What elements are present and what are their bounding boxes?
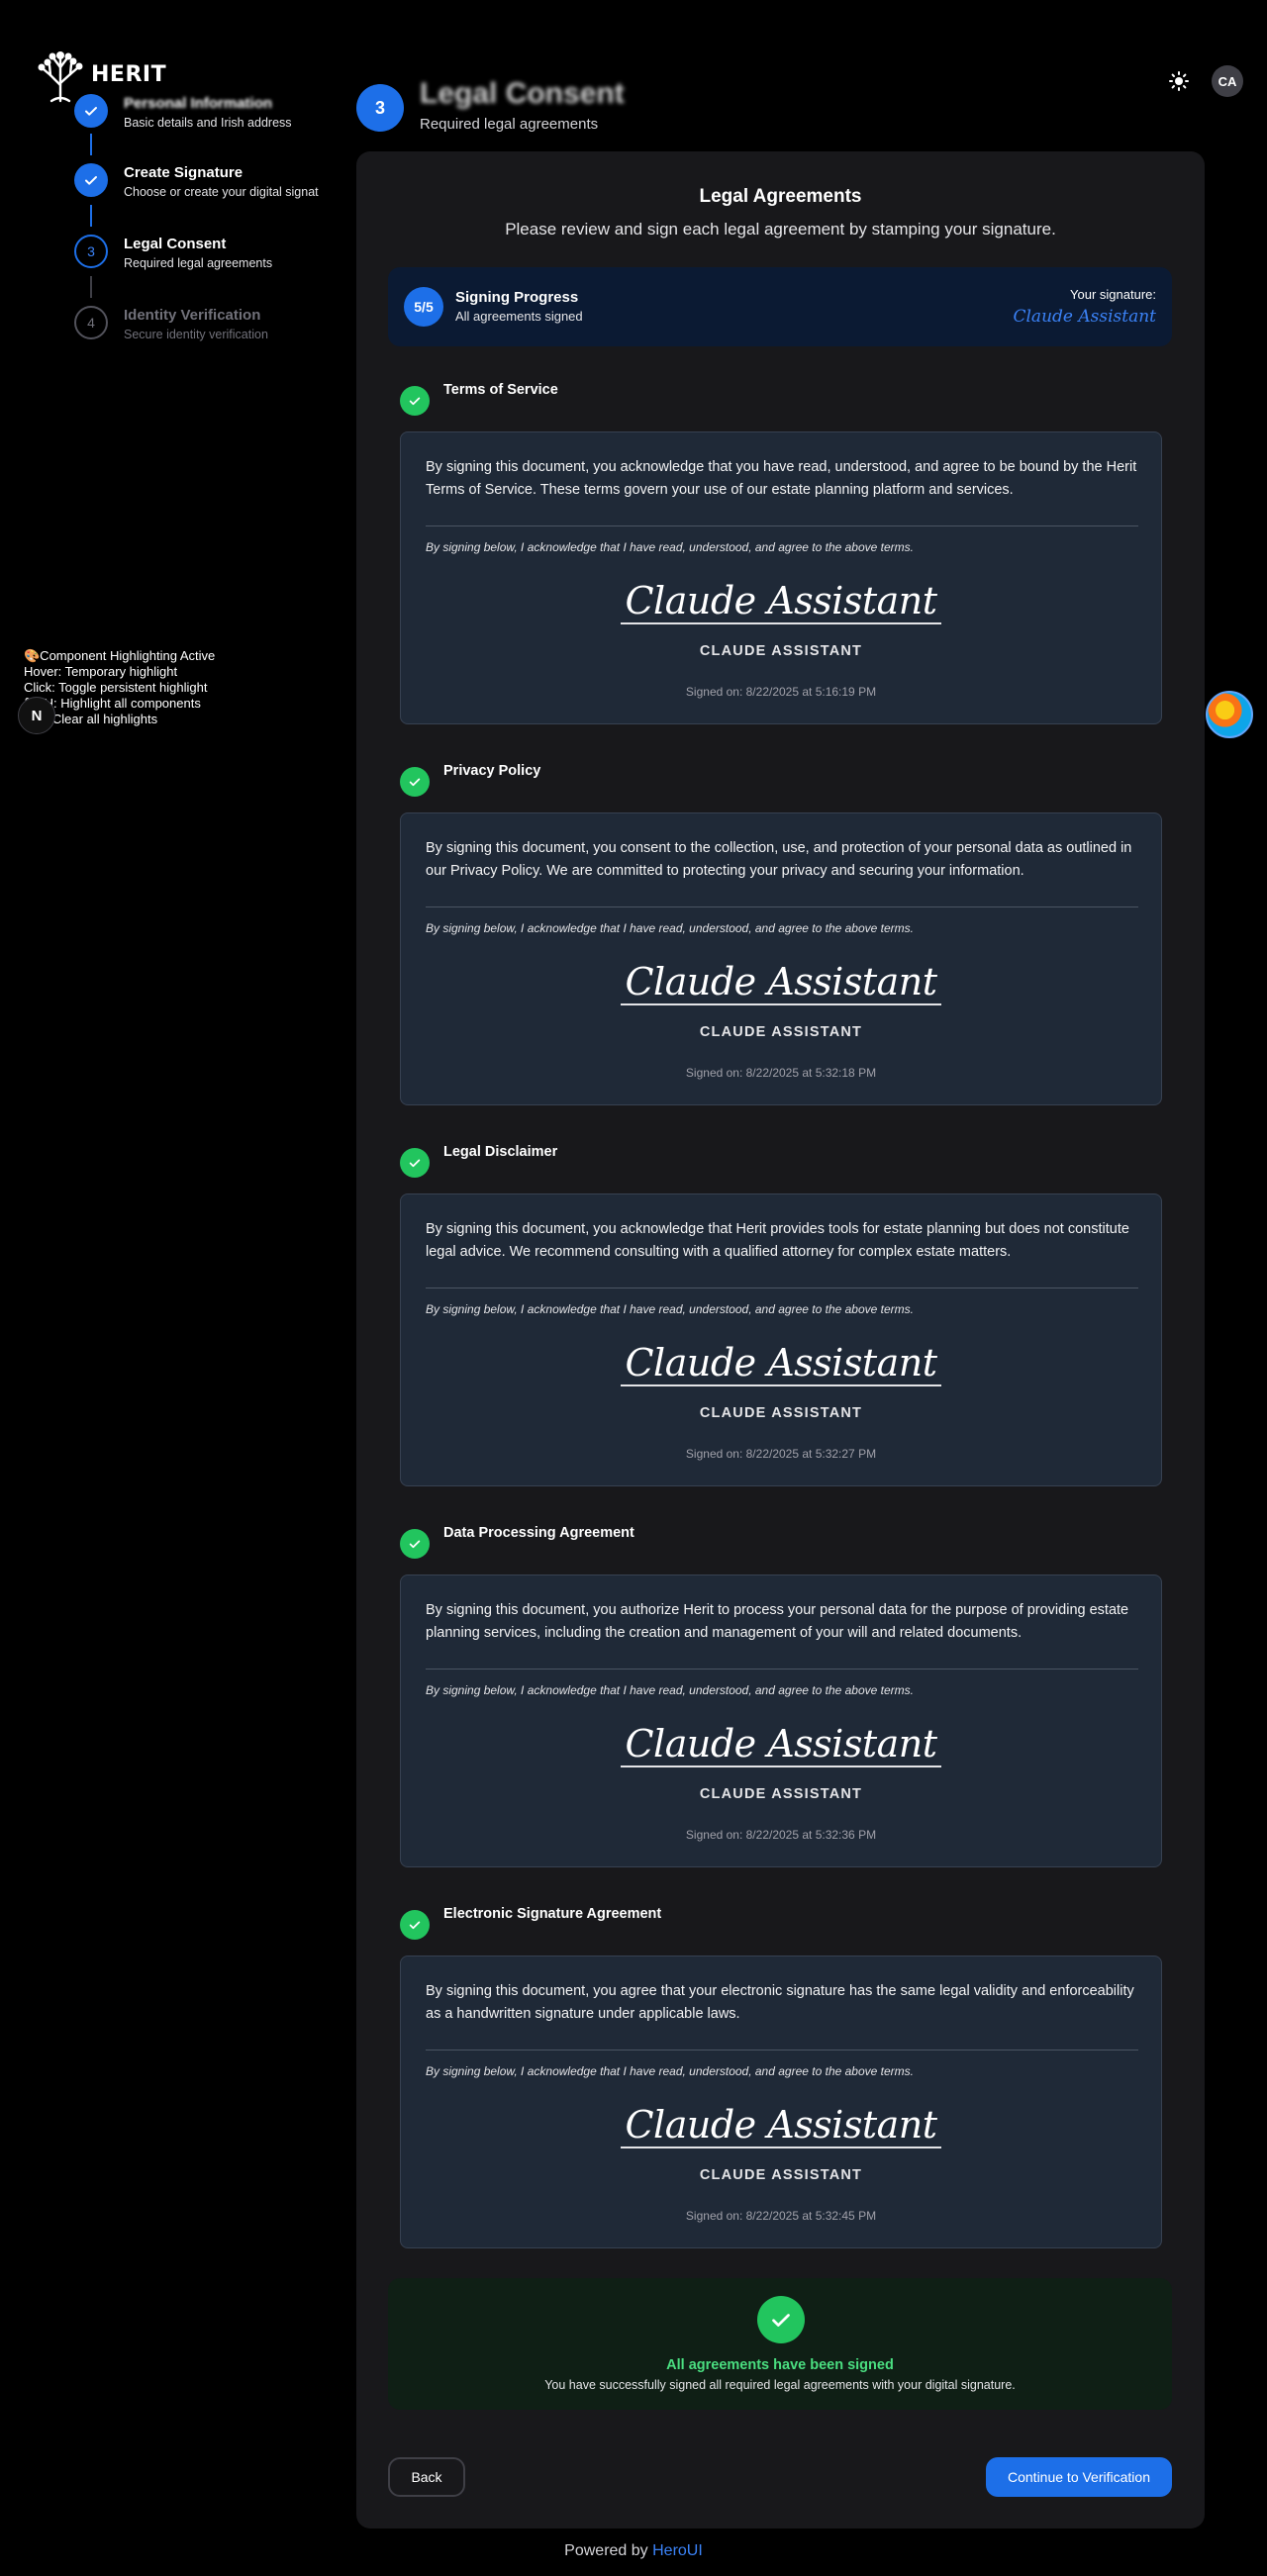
signed-date: Signed on: 8/22/2025 at 5:16:19 PM [685,685,877,699]
help-line: 🎨Component Highlighting Active [24,648,216,663]
signer-name: CLAUDE ASSISTANT [699,1024,863,1040]
step-number: 3 [74,235,108,268]
user-avatar[interactable]: CA [1212,65,1243,97]
heroui-link[interactable]: HeroUI [652,2542,703,2559]
card-title: Legal Agreements [699,186,862,207]
signed-check-icon [400,767,430,797]
footer-text: Powered by [564,2542,648,2559]
agreement-title: Legal Disclaimer [443,1144,558,1160]
footer: Powered by HeroUI [0,2542,1267,2560]
divider [426,906,1138,907]
success-title: All agreements have been signed [666,2357,894,2373]
nextjs-dev-badge[interactable]: N [18,697,55,734]
acknowledgement-text: By signing below, I acknowledge that I h… [426,540,914,554]
back-button[interactable]: Back [388,2457,465,2497]
step-create-signature[interactable]: Create Signature Choose or create your d… [74,163,319,201]
step-description: Required legal agreements [124,256,273,270]
signature-stamp: Claude Assistant [621,1722,941,1767]
signed-check-icon [400,1148,430,1178]
step-identity-verification[interactable]: 4 Identity Verification Secure identity … [74,306,268,343]
step-number: 4 [74,306,108,339]
agreement-document: By signing this document, you authorize … [400,1574,1162,1867]
signature-stamp: Claude Assistant [621,579,941,624]
success-check-icon [757,2296,805,2343]
acknowledgement-text: By signing below, I acknowledge that I h… [426,1302,914,1316]
agreement-document: By signing this document, you consent to… [400,812,1162,1105]
theme-toggle-button[interactable] [1168,70,1190,92]
agreement-title: Privacy Policy [443,763,541,779]
agreement-document: By signing this document, you acknowledg… [400,1193,1162,1486]
continue-to-verification-button[interactable]: Continue to Verification [986,2457,1172,2497]
step-connector [90,134,92,155]
page-subtitle: Required legal agreements [420,116,599,133]
help-line: Click: Toggle persistent highlight [24,680,208,695]
agreement-data-processing: Data Processing Agreement By signing thi… [400,1525,1162,1867]
brand-name: HERIT [91,61,167,87]
signed-date: Signed on: 8/22/2025 at 5:32:36 PM [685,1828,877,1842]
progress-count: 5/5 [404,287,443,327]
step-legal-consent[interactable]: 3 Legal Consent Required legal agreement… [74,235,272,272]
signed-date: Signed on: 8/22/2025 at 5:32:27 PM [685,1447,877,1461]
page-title: Legal Consent [420,77,625,110]
signer-name: CLAUDE ASSISTANT [699,1786,863,1802]
signed-date: Signed on: 8/22/2025 at 5:32:45 PM [685,2209,877,2223]
step-description: Secure identity verification [124,328,268,341]
agreement-text: By signing this document, you authorize … [426,1602,1129,1641]
step-personal-information[interactable]: Personal Information Basic details and I… [74,94,292,132]
signature-stamp: Claude Assistant [621,960,941,1005]
step-description: Basic details and Irish address [124,116,292,130]
success-message: You have successfully signed all require… [544,2378,1016,2392]
agreement-text: By signing this document, you acknowledg… [426,1221,1129,1260]
floating-assistant-button[interactable] [1206,691,1253,738]
acknowledgement-text: By signing below, I acknowledge that I h… [426,1683,914,1697]
agreement-title: Data Processing Agreement [443,1525,634,1541]
divider [426,1669,1138,1670]
signature-stamp: Claude Assistant [621,2103,941,2148]
agreement-text: By signing this document, you acknowledg… [426,459,1137,498]
step-connector [90,205,92,227]
step-title: Create Signature [124,164,244,181]
divider [426,2050,1138,2051]
step-title: Personal Information [124,95,273,112]
agreement-legal-disclaimer: Legal Disclaimer By signing this documen… [400,1144,1162,1486]
current-step-badge: 3 [356,84,404,132]
agreement-document: By signing this document, you agree that… [400,1956,1162,2248]
progress-title: Signing Progress [455,289,579,306]
agreement-terms-of-service: Terms of Service By signing this documen… [400,382,1162,724]
agreement-title: Electronic Signature Agreement [443,1906,662,1922]
agreement-text: By signing this document, you agree that… [426,1983,1134,2022]
signed-date: Signed on: 8/22/2025 at 5:32:18 PM [685,1066,877,1080]
agreement-title: Terms of Service [443,382,558,398]
header-actions: CA [1168,65,1243,97]
signed-check-icon [400,386,430,416]
signature-preview: Claude Assistant [1013,307,1156,327]
agreement-text: By signing this document, you consent to… [426,840,1132,879]
help-line: Hover: Temporary highlight [24,664,178,679]
agreement-document: By signing this document, you acknowledg… [400,431,1162,724]
signature-stamp: Claude Assistant [621,1341,941,1386]
agreement-privacy-policy: Privacy Policy By signing this document,… [400,763,1162,1105]
step-title: Identity Verification [124,307,261,324]
step-connector [90,276,92,298]
signed-check-icon [400,1910,430,1940]
card-subtitle: Please review and sign each legal agreem… [505,220,1056,239]
signer-name: CLAUDE ASSISTANT [699,1405,863,1421]
signed-check-icon [400,1529,430,1559]
legal-agreements-card: Legal Agreements Please review and sign … [356,151,1205,2528]
signer-name: CLAUDE ASSISTANT [699,643,863,659]
acknowledgement-text: By signing below, I acknowledge that I h… [426,921,914,935]
signature-label: Your signature: [1070,287,1156,302]
step-title: Legal Consent [124,236,227,252]
step-complete-check-icon [74,163,108,197]
signing-progress: 5/5 Signing Progress All agreements sign… [388,267,1172,346]
acknowledgement-text: By signing below, I acknowledge that I h… [426,2064,914,2078]
signer-name: CLAUDE ASSISTANT [699,2167,863,2183]
sun-icon [1169,71,1189,91]
step-description: Choose or create your digital signat [124,185,319,199]
agreement-electronic-signature: Electronic Signature Agreement By signin… [400,1906,1162,2248]
divider [426,525,1138,526]
progress-status: All agreements signed [455,309,583,324]
all-signed-banner: All agreements have been signed You have… [388,2278,1172,2410]
step-complete-check-icon [74,94,108,128]
